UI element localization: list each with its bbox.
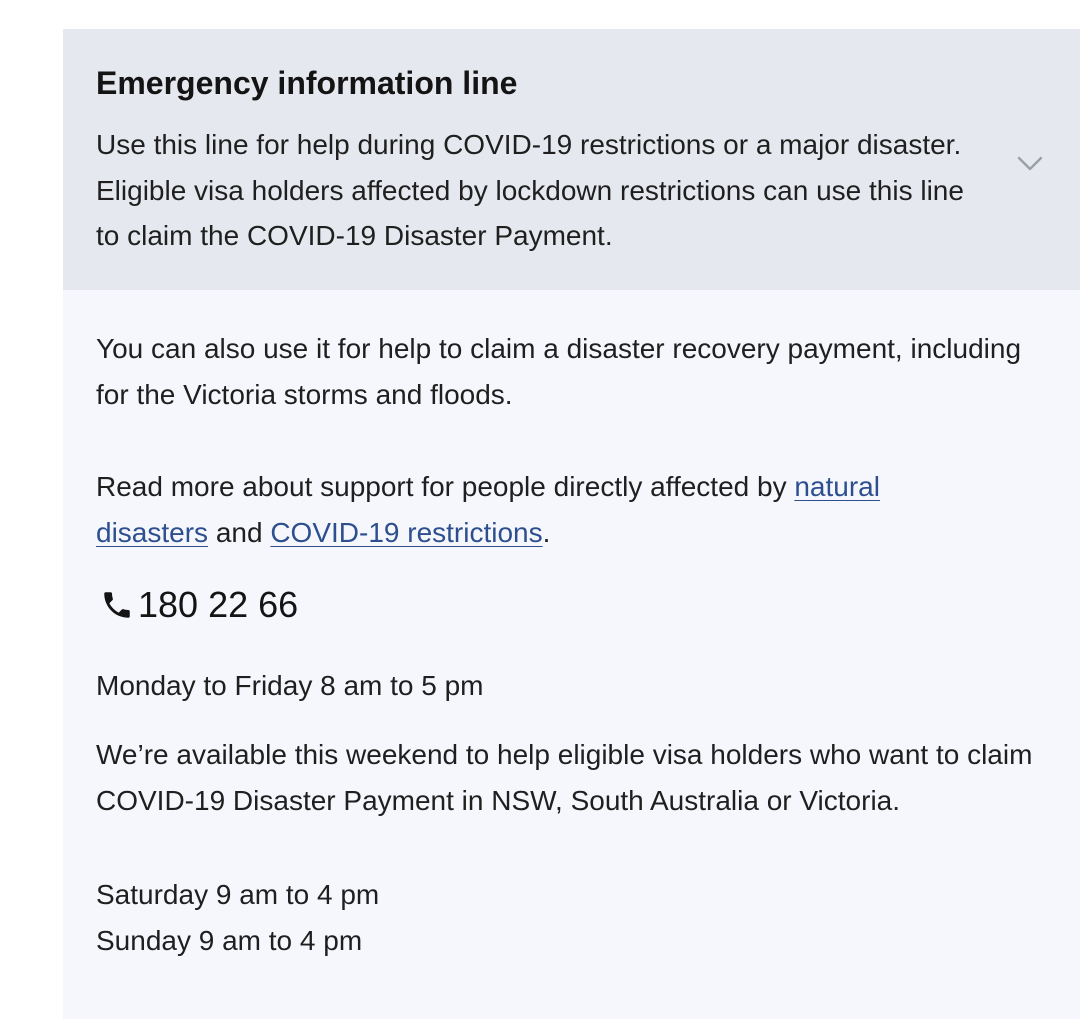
- saturday-hours: Saturday 9 am to 4 pm: [96, 879, 380, 910]
- accordion-title: Emergency information line: [96, 65, 518, 101]
- read-more-paragraph: Read more about support for people direc…: [96, 464, 926, 555]
- covid-restrictions-link[interactable]: COVID-19 restrictions: [270, 517, 542, 548]
- phone-icon: [104, 592, 130, 618]
- weekend-availability-note: We’re available this weekend to help eli…: [96, 739, 1033, 816]
- read-more-middle: and: [208, 516, 271, 548]
- accordion-header[interactable]: Emergency information line Use this line…: [63, 29, 1080, 290]
- read-more-suffix: .: [542, 516, 551, 548]
- weekday-hours: Monday to Friday 8 am to 5 pm: [96, 670, 484, 701]
- emergency-info-accordion: Emergency information line Use this line…: [63, 29, 1080, 1019]
- accordion-summary: Use this line for help during COVID-19 r…: [96, 129, 964, 251]
- sunday-hours: Sunday 9 am to 4 pm: [96, 925, 363, 956]
- read-more-prefix: Read more about support for people direc…: [96, 471, 795, 502]
- phone-number[interactable]: 180 22 66: [138, 583, 298, 627]
- disaster-recovery-intro: You can also use it for help to claim a …: [96, 333, 1022, 410]
- phone-line[interactable]: 180 22 66: [96, 583, 298, 627]
- chevron-down-icon[interactable]: [1014, 147, 1046, 179]
